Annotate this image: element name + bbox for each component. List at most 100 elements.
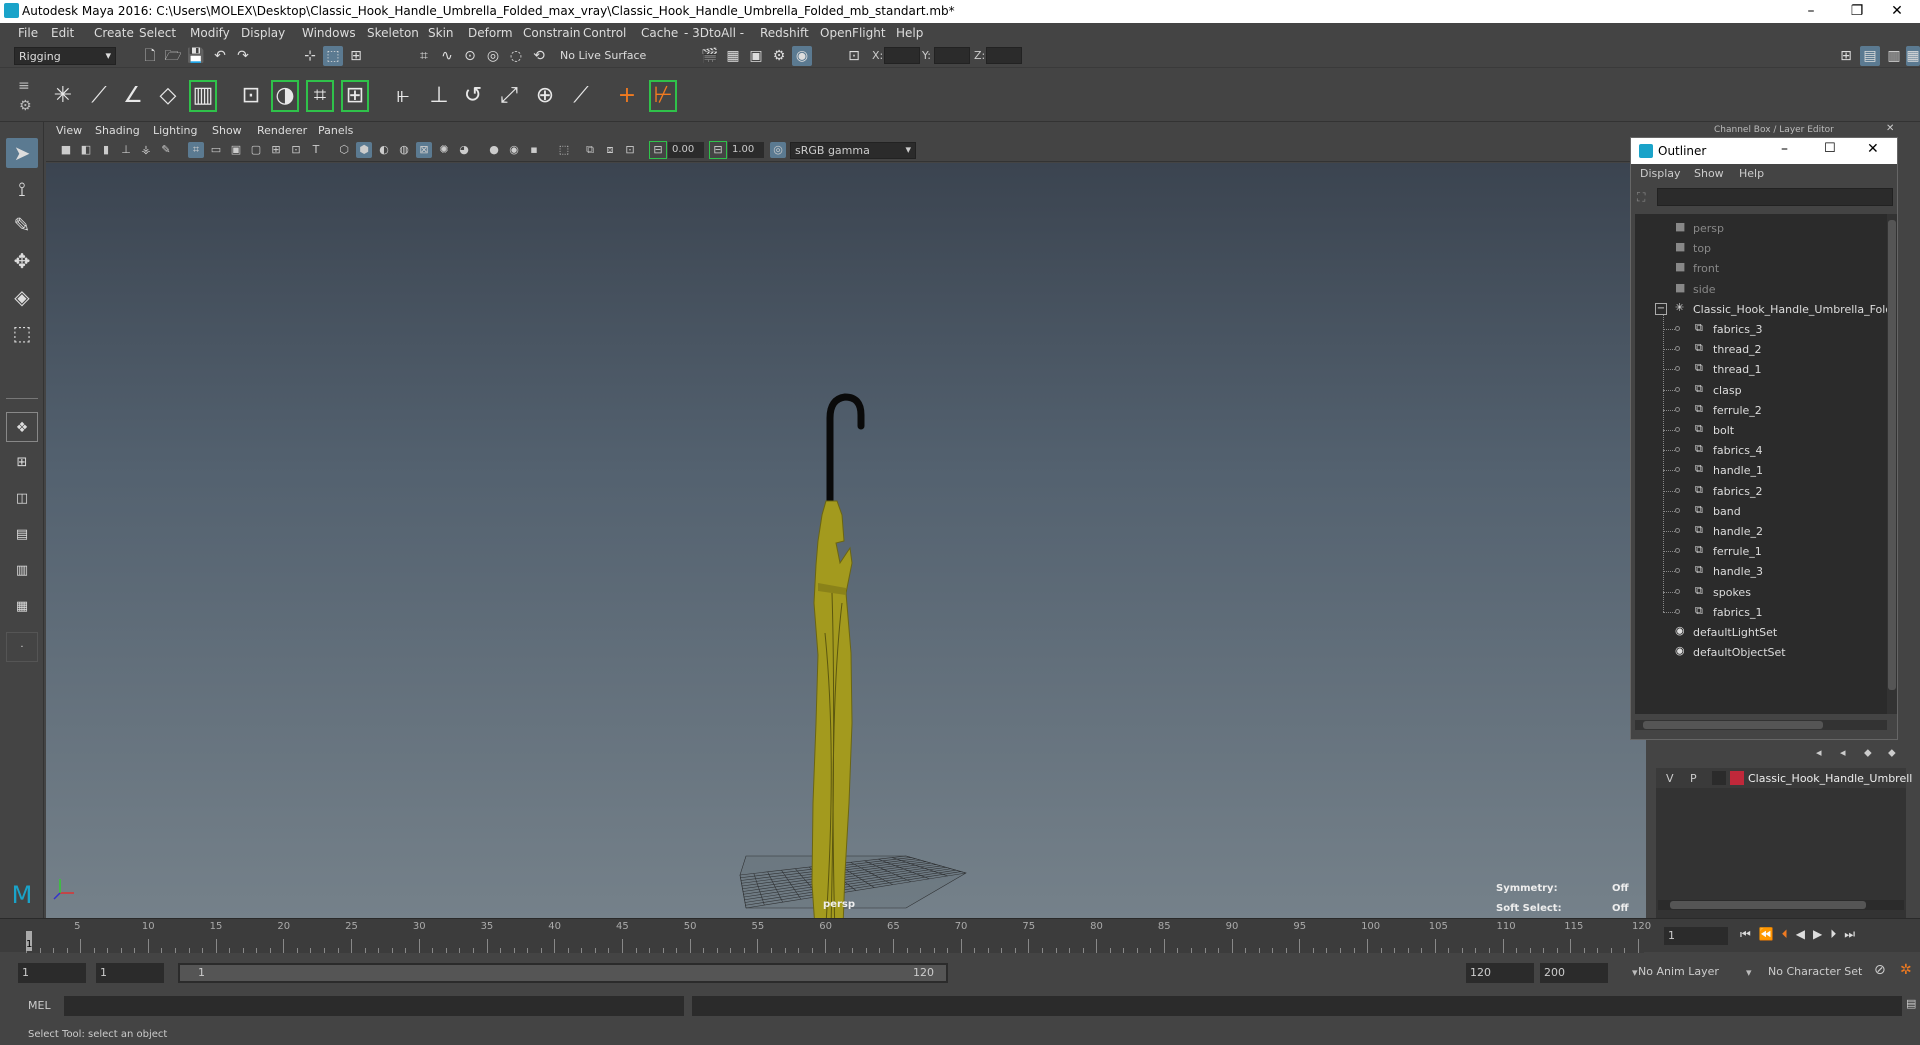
new-layer-selected-icon[interactable]: ⬥: [1888, 746, 1896, 760]
menu-windows[interactable]: Windows: [302, 26, 356, 40]
menu-cache[interactable]: Cache: [641, 26, 678, 40]
bind-skin-icon[interactable]: ▥: [188, 79, 218, 113]
image-plane-icon[interactable]: ⊥: [118, 142, 134, 158]
gamma-field[interactable]: 1.00: [728, 142, 764, 158]
step-forward-frame-icon[interactable]: ⏵: [1830, 927, 1844, 941]
go-to-start-icon[interactable]: ⏮: [1740, 927, 1759, 941]
command-input[interactable]: [64, 996, 684, 1016]
outliner-menu-display[interactable]: Display: [1640, 167, 1681, 180]
channel-box-close-icon[interactable]: ✕: [1886, 123, 1894, 134]
go-to-end-icon[interactable]: ⏭: [1844, 927, 1863, 941]
menu-help[interactable]: Help: [896, 26, 923, 40]
auto-key-icon[interactable]: ⊘: [1874, 962, 1886, 978]
viewport-menu-show[interactable]: Show: [212, 124, 242, 137]
outliner-item-mesh[interactable]: ⧉ handle_1: [1635, 460, 1887, 480]
anim-end-field[interactable]: 200: [1540, 963, 1608, 983]
undo-icon[interactable]: ↶: [210, 46, 230, 66]
outliner-hscrollbar[interactable]: [1635, 720, 1887, 730]
time-ruler[interactable]: 5 10 15 20 25 30 35 40 45 50 55 60 65 70 75 80 85 90 95 100…: [26, 919, 1651, 953]
safe-action-icon[interactable]: ⊡: [288, 142, 304, 158]
parent-constraint-icon[interactable]: ⫦: [388, 79, 418, 113]
move-tool-icon[interactable]: ✥: [6, 246, 38, 276]
outliner-item-mesh[interactable]: ⧉ handle_2: [1635, 521, 1887, 541]
transform-mode-icon[interactable]: ⊡: [844, 46, 864, 66]
snap-grid-icon[interactable]: ⌗: [414, 46, 434, 66]
grid-icon[interactable]: ⌗: [188, 142, 204, 158]
attribute-editor-icon[interactable]: ▤: [1860, 46, 1880, 66]
viewport-menu-renderer[interactable]: Renderer: [257, 124, 307, 137]
menu-deform[interactable]: Deform: [468, 26, 513, 40]
layer-type-toggle[interactable]: [1712, 771, 1726, 785]
layer-row[interactable]: V P Classic_Hook_Handle_Umbrell: [1656, 768, 1912, 788]
render-view-icon[interactable]: 🎬: [700, 46, 720, 66]
outliner-layout-icon[interactable]: ▤: [6, 520, 38, 550]
wrap-icon[interactable]: ⊞: [340, 79, 370, 113]
menu-modify[interactable]: Modify: [190, 26, 230, 40]
bookmark-icon[interactable]: ▮: [98, 142, 114, 158]
open-scene-icon[interactable]: 🗁: [163, 46, 183, 66]
outliner-item-mesh[interactable]: ⧉ fabrics_3: [1635, 319, 1887, 339]
viewport-menu-lighting[interactable]: Lighting: [153, 124, 197, 137]
collapse-toggle-icon[interactable]: −: [1655, 302, 1667, 315]
outliner-item-camera[interactable]: ■ top: [1635, 238, 1887, 258]
ambient-occlusion-icon[interactable]: ●: [486, 142, 502, 158]
select-tool-icon[interactable]: ➤: [6, 138, 38, 168]
menu-create[interactable]: Create: [94, 26, 134, 40]
shelf-settings-icon[interactable]: ⚙: [19, 98, 32, 114]
outliner-close-button[interactable]: ✕: [1867, 141, 1879, 157]
orient-constraint-icon[interactable]: ↺: [458, 79, 488, 113]
menu-skeleton[interactable]: Skeleton: [367, 26, 419, 40]
default-material-icon[interactable]: ◐: [376, 142, 392, 158]
camera-attr-icon[interactable]: ◧: [78, 142, 94, 158]
isolate-select-icon[interactable]: ⬚: [556, 142, 572, 158]
menu-skin[interactable]: Skin: [428, 26, 454, 40]
end-frame-field[interactable]: 120: [1466, 963, 1534, 983]
snap-point-icon[interactable]: ⊙: [460, 46, 480, 66]
outliner-item-mesh[interactable]: ⧉ fabrics_1: [1635, 602, 1887, 622]
x-field[interactable]: [884, 47, 920, 64]
graph-layout-icon[interactable]: ▥: [6, 556, 38, 586]
z-field[interactable]: [986, 47, 1022, 64]
hypershade-layout-icon[interactable]: ▦: [6, 592, 38, 622]
menu-edit[interactable]: Edit: [51, 26, 74, 40]
lights-icon[interactable]: ✺: [436, 142, 452, 158]
anim-layer-label[interactable]: No Anim Layer: [1638, 965, 1719, 978]
outliner-vscroll-thumb[interactable]: [1888, 220, 1896, 690]
gamma-icon[interactable]: ⊟: [709, 141, 727, 159]
outliner-hscroll-thumb[interactable]: [1643, 721, 1823, 729]
layer-playback-toggle[interactable]: P: [1690, 772, 1697, 785]
snap-live-icon[interactable]: ⟲: [529, 46, 549, 66]
select-component-icon[interactable]: ⊞: [346, 46, 366, 66]
outliner-item-group[interactable]: ✳ Classic_Hook_Handle_Umbrella_Folc −: [1635, 299, 1887, 319]
outliner-menu-help[interactable]: Help: [1739, 167, 1764, 180]
tool-settings-icon[interactable]: ▥: [1884, 46, 1904, 66]
outliner-item-camera[interactable]: ■ side: [1635, 279, 1887, 299]
current-frame-field[interactable]: 1: [1664, 927, 1728, 945]
outliner-item-mesh[interactable]: ⧉ thread_2: [1635, 339, 1887, 359]
film-gate-icon[interactable]: ▭: [208, 142, 224, 158]
menu-constrain[interactable]: Constrain: [523, 26, 581, 40]
wireframe-icon[interactable]: ⬡: [336, 142, 352, 158]
outliner-item-camera[interactable]: ■ persp: [1635, 218, 1887, 238]
create-joint-icon[interactable]: ✳: [48, 79, 78, 113]
shelf-menu-icon[interactable]: ≡: [18, 78, 30, 94]
outliner-item-mesh[interactable]: ⧉ fabrics_2: [1635, 481, 1887, 501]
select-object-icon[interactable]: ⬚: [323, 46, 343, 66]
viewport-persp[interactable]: persp Symmetry: Off Soft Select: Off: [46, 163, 1646, 918]
layer-visibility-toggle[interactable]: V: [1666, 772, 1674, 785]
viewport-menu-panels[interactable]: Panels: [318, 124, 353, 137]
viewport-menu-view[interactable]: View: [56, 124, 82, 137]
shadows-icon[interactable]: ◕: [456, 142, 472, 158]
outliner-item-mesh[interactable]: ⧉ spokes: [1635, 582, 1887, 602]
lasso-tool-icon[interactable]: ⟟: [6, 174, 38, 204]
outliner-item-mesh[interactable]: ⧉ bolt: [1635, 420, 1887, 440]
char-set-chevron-icon[interactable]: ▾: [1746, 966, 1752, 979]
xray-joints-icon[interactable]: ⧈: [602, 142, 618, 158]
script-editor-icon[interactable]: ▤: [1906, 997, 1920, 1015]
scale-constraint-icon[interactable]: ⤢: [494, 79, 524, 113]
outliner-item-mesh[interactable]: ⧉ clasp: [1635, 380, 1887, 400]
range-bar-fill[interactable]: [180, 965, 946, 981]
select-hierarchy-icon[interactable]: ⊹: [300, 46, 320, 66]
motion-blur-icon[interactable]: ◉: [506, 142, 522, 158]
xray-components-icon[interactable]: ⊡: [622, 142, 638, 158]
